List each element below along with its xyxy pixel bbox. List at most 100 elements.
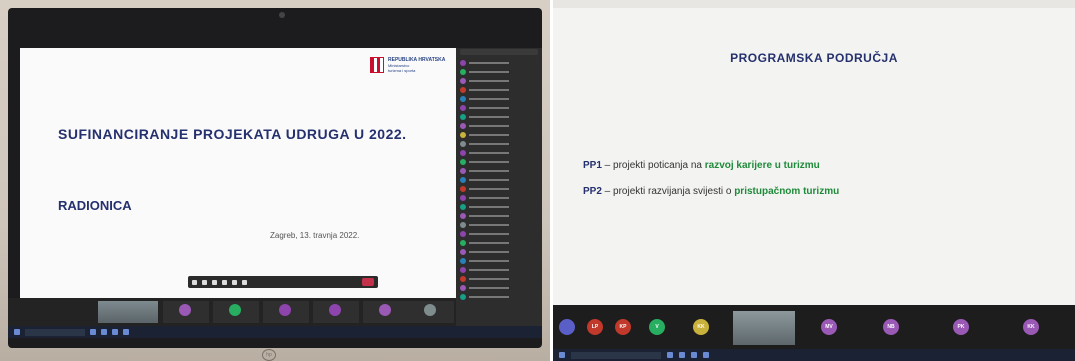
participant-name-blur <box>469 106 509 109</box>
participant-row[interactable] <box>456 157 542 166</box>
windows-start-icon[interactable] <box>14 329 20 335</box>
ministry-line-1: REPUBLIKA HRVATSKA <box>388 56 446 63</box>
edge-icon[interactable] <box>679 352 685 358</box>
participant-name-blur <box>469 61 509 64</box>
participant-tile <box>363 301 409 323</box>
participant-name-blur <box>469 250 509 253</box>
participant-name-blur <box>469 286 509 289</box>
participant-row[interactable] <box>456 121 542 130</box>
taskview-icon[interactable] <box>90 329 96 335</box>
participant-row[interactable] <box>456 238 542 247</box>
program-area-pp1: PP1 – projekti poticanja na razvoj karij… <box>583 160 820 171</box>
raise-hand-icon[interactable] <box>232 279 237 285</box>
participant-row[interactable] <box>456 67 542 76</box>
windows-start-icon[interactable] <box>559 352 565 358</box>
video-icon[interactable] <box>192 279 197 285</box>
participant-name-blur <box>469 205 509 208</box>
pp2-code: PP2 <box>583 186 602 197</box>
participant-row[interactable] <box>456 265 542 274</box>
avatar <box>460 212 466 219</box>
participant-row[interactable] <box>456 211 542 220</box>
participant-row[interactable] <box>456 139 542 148</box>
video-strip: LP KP V KK MV NB PK KK <box>553 305 1075 349</box>
participant-name-blur <box>469 259 509 262</box>
croatian-coat-of-arms-icon <box>370 57 384 73</box>
participant-row[interactable] <box>456 148 542 157</box>
participant-name-blur <box>469 124 509 127</box>
participant-row[interactable] <box>456 193 542 202</box>
participants-panel <box>456 48 542 326</box>
participant-name-blur <box>469 232 509 235</box>
pp1-code: PP1 <box>583 160 602 171</box>
participant-name-blur <box>469 223 509 226</box>
participant-row[interactable] <box>456 229 542 238</box>
avatar <box>460 149 466 156</box>
avatar <box>460 131 466 138</box>
folder-icon[interactable] <box>691 352 697 358</box>
taskview-icon[interactable] <box>667 352 673 358</box>
avatar-pk: PK <box>953 319 969 335</box>
participant-row[interactable] <box>456 76 542 85</box>
leave-call-button[interactable] <box>362 278 374 286</box>
avatar <box>460 194 466 201</box>
teams-icon[interactable] <box>123 329 129 335</box>
avatar-nb: NB <box>883 319 899 335</box>
participant-row[interactable] <box>456 112 542 121</box>
avatar <box>279 304 291 316</box>
taskbar <box>553 349 1075 361</box>
participant-name-blur <box>469 268 509 271</box>
avatar <box>460 221 466 228</box>
participant-row[interactable] <box>456 274 542 283</box>
participant-row[interactable] <box>456 220 542 229</box>
participant-row[interactable] <box>456 103 542 112</box>
slide-subtitle: RADIONICA <box>58 198 132 213</box>
participant-row[interactable] <box>456 85 542 94</box>
participant-row[interactable] <box>456 247 542 256</box>
avatar <box>460 140 466 147</box>
participant-row[interactable] <box>456 94 542 103</box>
participants-search[interactable] <box>460 49 538 55</box>
avatar-mv: MV <box>821 319 837 335</box>
avatar-kk-2: KK <box>1023 319 1039 335</box>
pp1-highlight: razvoj karijere u turizmu <box>704 160 820 171</box>
mic-icon[interactable] <box>202 279 207 285</box>
avatar-kp: KP <box>615 319 631 335</box>
participant-row[interactable] <box>456 292 542 301</box>
participant-tile <box>408 301 454 323</box>
participant-name-blur <box>469 142 509 145</box>
avatar-lp: LP <box>587 319 603 335</box>
edge-icon[interactable] <box>101 329 107 335</box>
hp-logo: hp <box>262 349 276 361</box>
chat-icon[interactable] <box>242 279 247 285</box>
room-video-tile <box>98 301 158 323</box>
folder-icon[interactable] <box>112 329 118 335</box>
participant-row[interactable] <box>456 166 542 175</box>
meeting-toolbar[interactable] <box>188 276 378 288</box>
avatar <box>460 275 466 282</box>
avatar <box>460 95 466 102</box>
monitor: REPUBLIKA HRVATSKA Ministarstvo turizma … <box>8 8 542 348</box>
participant-row[interactable] <box>456 184 542 193</box>
avatar <box>460 77 466 84</box>
teams-icon[interactable] <box>703 352 709 358</box>
participant-row[interactable] <box>456 130 542 139</box>
taskbar-search[interactable] <box>571 351 661 359</box>
participant-tile <box>213 301 259 323</box>
participant-row[interactable] <box>456 202 542 211</box>
avatar <box>329 304 341 316</box>
participant-row[interactable] <box>456 283 542 292</box>
share-icon[interactable] <box>212 279 217 285</box>
taskbar-search[interactable] <box>25 328 85 336</box>
more-icon[interactable] <box>222 279 227 285</box>
slide-date: Zagreb, 13. travnja 2022. <box>270 231 360 240</box>
participant-name-blur <box>469 169 509 172</box>
participant-name-blur <box>469 70 509 73</box>
right-photo: PROGRAMSKA PODRUČJA PP1 – projekti potic… <box>553 0 1075 361</box>
avatar <box>460 86 466 93</box>
participant-row[interactable] <box>456 256 542 265</box>
participant-row[interactable] <box>456 58 542 67</box>
avatar <box>460 230 466 237</box>
avatar <box>379 304 391 316</box>
participant-row[interactable] <box>456 175 542 184</box>
slide-title: SUFINANCIRANJE PROJEKATA UDRUGA U 2022. <box>58 126 407 142</box>
